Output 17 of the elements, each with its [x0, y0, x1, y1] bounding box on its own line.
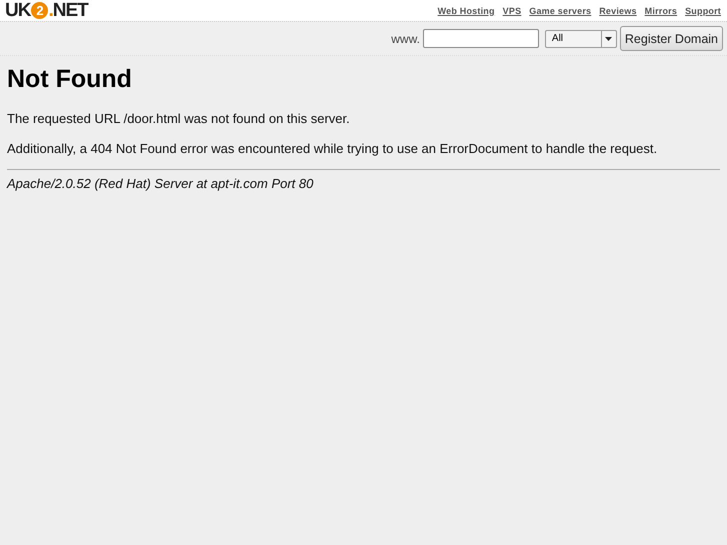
logo-badge: 2: [31, 2, 48, 19]
nav-link[interactable]: VPS: [502, 6, 522, 16]
nav-link[interactable]: Web Hosting: [438, 6, 495, 16]
nav-link[interactable]: Support: [685, 6, 721, 16]
server-signature: Apache/2.0.52 (Red Hat) Server at apt-it.com Port 80: [7, 176, 314, 191]
message-text: The requested URL /door.html was not found on this server.: [7, 111, 351, 126]
caret-icon: [605, 36, 612, 40]
nav-link[interactable]: Game servers: [529, 6, 592, 16]
tld-dropdown[interactable]: All: [544, 30, 617, 48]
page-title: Not Found: [7, 65, 133, 94]
domain-field[interactable]: [422, 29, 539, 48]
nav-link[interactable]: Reviews: [599, 6, 637, 16]
register-domain-button[interactable]: Register Domain: [620, 26, 723, 51]
logo[interactable]: UK 2 .NET: [5, 0, 88, 22]
www-label: www.: [391, 32, 420, 46]
message-text: Additionally, a 404 Not Found error was encountered while trying to use an ErrorDocument to handle the request.: [7, 141, 658, 156]
nav-link[interactable]: Mirrors: [644, 6, 678, 16]
